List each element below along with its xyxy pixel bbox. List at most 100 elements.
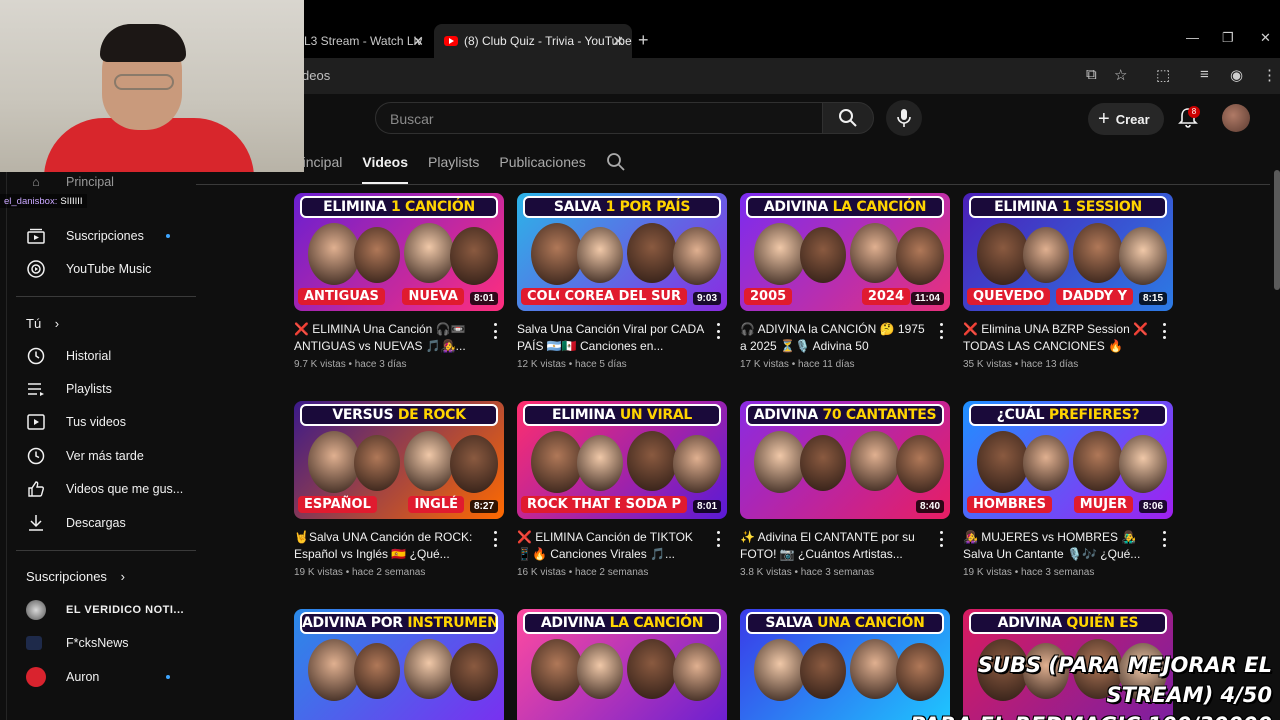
tab-videos[interactable]: Videos [362,150,408,184]
browser-tab-active[interactable]: (8) Club Quiz - Trivia - YouTube ✕ [434,24,632,58]
more-options-icon[interactable] [713,323,723,339]
thumbnail-label-right: SODA P [619,496,687,513]
video-title[interactable]: 🎧 ADIVINA la CANCIÓN 🤔 1975 a 2025 ⏳🎙️ A… [740,321,928,355]
video-thumbnail[interactable]: ELIMINA UN VIRAL ROCK THAT BODY SODA P 8:01 [517,401,727,519]
sidebar-item-youtube-music[interactable]: YouTube Music [26,257,151,281]
close-window-icon[interactable]: ✕ [1260,30,1271,46]
minimize-icon[interactable]: — [1186,30,1199,45]
video-thumbnail[interactable]: ELIMINA 1 CANCIÓN ANTIGUAS NUEVA 8:01 [294,193,504,311]
sidebar-subscriptions-heading[interactable]: Suscripciones › [26,569,125,584]
bookmark-star-icon[interactable]: ☆ [1114,66,1127,84]
video-thumbnail[interactable]: ELIMINA 1 SESSION QUEVEDO DADDY Y 8:15 [963,193,1173,311]
video-title[interactable]: ❌ Elimina UNA BZRP Session ❌ TODAS LAS C… [963,321,1151,355]
create-label: Crear [1115,111,1150,127]
sidebar-item-watch-later[interactable]: Ver más tarde [26,444,144,468]
thumbnail-portrait [754,223,806,285]
channel-avatar [26,667,46,687]
new-tab-icon[interactable]: + [638,30,649,51]
close-tab-icon[interactable]: ✕ [412,33,424,50]
thumbnail-label-left: ESPAÑOL [298,496,377,513]
home-icon: ⌂ [32,175,40,189]
sidebar-subscription-item[interactable]: F*cksNews [26,631,129,655]
video-duration: 8:15 [1138,292,1167,305]
thumbnail-portrait [850,431,900,491]
banner-highlight: QUIÉN ES [1066,615,1139,631]
thumbnail-portrait [977,223,1029,285]
sidebar-item-downloads[interactable]: Descargas [26,511,126,535]
sidebar-subscription-item[interactable]: EL VERIDICO NOTI... [26,598,184,622]
sidebar-item-label: Tus videos [66,415,126,429]
video-thumbnail[interactable]: ADIVINA LA CANCIÓN [517,609,727,720]
more-options-icon[interactable] [936,531,946,547]
more-options-icon[interactable] [1159,323,1169,339]
browser-tab[interactable]: L3 Stream - Watch Liv ✕ [304,24,432,58]
thumbnail-label-left: QUEVEDO [967,288,1051,305]
account-avatar[interactable] [1222,104,1250,132]
sidebar-item-playlists[interactable]: Playlists [26,377,112,401]
create-button[interactable]: + Crear [1088,103,1164,135]
sidebar-item-label: Playlists [66,382,112,396]
stream-goal-line: SUBS (PARA MEJORAR EL STREAM) 4/50 [977,653,1272,707]
extensions-icon[interactable]: ⬚ [1156,66,1170,84]
sidebar-item-principal[interactable]: ⌂ Principal [26,170,114,194]
video-thumbnail[interactable]: ADIVINA POR INSTRUMENTAL [294,609,504,720]
channel-avatar [26,636,42,650]
thumbnail-label-right: MUJER [1073,496,1133,513]
thumbnail-banner: ADIVINA QUIÉN ES [969,612,1167,634]
thumbnail-portrait [1119,227,1167,285]
sidebar-item-your-videos[interactable]: Tus videos [26,410,126,434]
search-button[interactable] [822,102,874,134]
thumbnail-portrait [1023,227,1069,283]
close-tab-icon[interactable]: ✕ [612,33,624,50]
video-metadata: 17 K vistas • hace 11 días [740,359,855,370]
video-thumbnail[interactable]: SALVA 1 POR PAÍSCOLOMBIACOREA DEL SUR9:0… [517,193,727,311]
more-options-icon[interactable] [490,531,500,547]
voice-search-button[interactable] [886,100,922,136]
sidebar-subscription-item[interactable]: Auron [26,665,99,689]
more-options-icon[interactable] [713,531,723,547]
playlists-icon [26,379,46,399]
banner-highlight: PREFIERES? [1048,407,1140,423]
video-thumbnail[interactable]: ADIVINA LA CANCIÓN 2005 2024 11:04 [740,193,950,311]
address-bar[interactable]: deos [300,62,1070,90]
more-options-icon[interactable] [1159,531,1169,547]
video-thumbnail[interactable]: ADIVINA 70 CANTANTES 8:40 [740,401,950,519]
video-title[interactable]: 🤘Salva UNA Canción de ROCK: Español vs I… [294,529,482,563]
sidebar-item-history[interactable]: Historial [26,344,111,368]
more-options-icon[interactable] [936,323,946,339]
video-title[interactable]: 👩‍🎤 MUJERES vs HOMBRES 👨‍🎤 Salva Un Cant… [963,529,1151,563]
more-options-icon[interactable] [490,323,500,339]
banner-highlight: 1 SESSION [1061,199,1142,215]
tab-principal[interactable]: rincipal [298,150,342,184]
sidebar-item-subscriptions[interactable]: Suscripciones [26,224,144,248]
tab-title: L3 Stream - Watch Liv [304,34,423,48]
profile-icon[interactable]: ◉ [1230,66,1243,84]
video-title[interactable]: ❌ ELIMINA Una Canción 🎧📼 ANTIGUAS vs NUE… [294,321,482,355]
search-placeholder: Buscar [390,111,434,127]
thumbnail-banner: ADIVINA LA CANCIÓN [523,612,721,634]
video-title[interactable]: Salva Una Canción Viral por CADA PAÍS 🇦🇷… [517,321,705,355]
banner-text: SALVA [553,199,606,215]
sidebar-you-heading[interactable]: Tú › [26,316,59,331]
your-videos-icon [26,412,46,432]
video-thumbnail[interactable]: ¿CUÁL PREFIERES? HOMBRES MUJER 8:06 [963,401,1173,519]
thumbnail-label-left: HOMBRES [967,496,1053,513]
media-control-icon[interactable]: ≡ [1200,66,1209,83]
video-title[interactable]: ❌ ELIMINA Canción de TIKTOK 📱🔥 Canciones… [517,529,705,563]
restore-icon[interactable]: ❐ [1222,30,1234,46]
cast-icon[interactable]: ⧉ [1086,66,1097,83]
tab-playlists[interactable]: Playlists [428,150,479,184]
thumbnail-portrait [896,227,944,285]
thumbnail-banner: VERSUS DE ROCK [300,404,498,426]
page-scrollbar[interactable] [1274,170,1280,290]
thumbnail-portrait [673,435,721,493]
chrome-menu-icon[interactable]: ⋮ [1262,66,1277,84]
sidebar-divider [16,550,196,551]
sidebar-item-liked-videos[interactable]: Videos que me gus... [26,477,183,501]
tab-publicaciones[interactable]: Publicaciones [499,150,585,184]
video-metadata: 12 K vistas • hace 5 días [517,359,627,370]
search-input[interactable]: Buscar [375,102,823,134]
video-thumbnail[interactable]: VERSUS DE ROCK ESPAÑOL INGLÉ 8:27 [294,401,504,519]
channel-search-icon[interactable] [606,152,626,172]
video-title[interactable]: ✨ Adivina El CANTANTE por su FOTO! 📷 ¿Cu… [740,529,928,563]
